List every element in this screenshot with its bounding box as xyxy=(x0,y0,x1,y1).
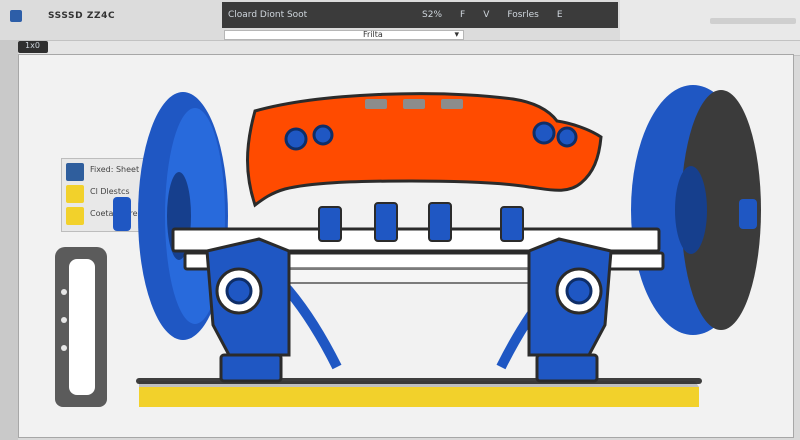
drawing-canvas[interactable]: Fixed: Sheet Cl Dlestcs Coetatl Strenr xyxy=(18,54,794,438)
toolbar-item-3[interactable]: Fosrles xyxy=(507,10,538,20)
top-bar: SSSSD ZZ4C Cloard Diont Soot S2% F V Fos… xyxy=(0,0,800,56)
toolbar-item-2[interactable]: V xyxy=(483,10,489,20)
dropdown-value: Frilta xyxy=(363,30,383,39)
app-title: SSSSD ZZ4C xyxy=(48,11,116,21)
right-controls xyxy=(620,0,800,40)
toolbar-right-items: S2% F V Fosrles E xyxy=(422,10,563,20)
base-plate xyxy=(136,378,702,407)
left-strip xyxy=(0,40,18,440)
top-bracket xyxy=(246,92,603,208)
toolbar-item-4[interactable]: E xyxy=(557,10,563,20)
window-icon xyxy=(10,10,22,22)
chevron-down-icon: ▾ xyxy=(454,30,459,40)
toolbar-left-text: Cloard Diont Soot xyxy=(228,10,308,20)
topbar-dark-strip: Cloard Diont Soot S2% F V Fosrles E xyxy=(222,2,618,28)
dropdown-box[interactable]: Frilta ▾ xyxy=(224,30,464,40)
left-support xyxy=(205,237,291,383)
tab-label: 1x0 xyxy=(25,41,40,50)
right-support xyxy=(527,237,613,383)
right-wheel xyxy=(631,85,761,335)
toolbar-item-1[interactable]: F xyxy=(460,10,465,20)
tab[interactable]: 1x0 xyxy=(18,41,48,53)
mechanism-drawing xyxy=(113,85,761,407)
right-controls-line xyxy=(710,18,796,24)
toolbar-item-0[interactable]: S2% xyxy=(422,10,442,20)
